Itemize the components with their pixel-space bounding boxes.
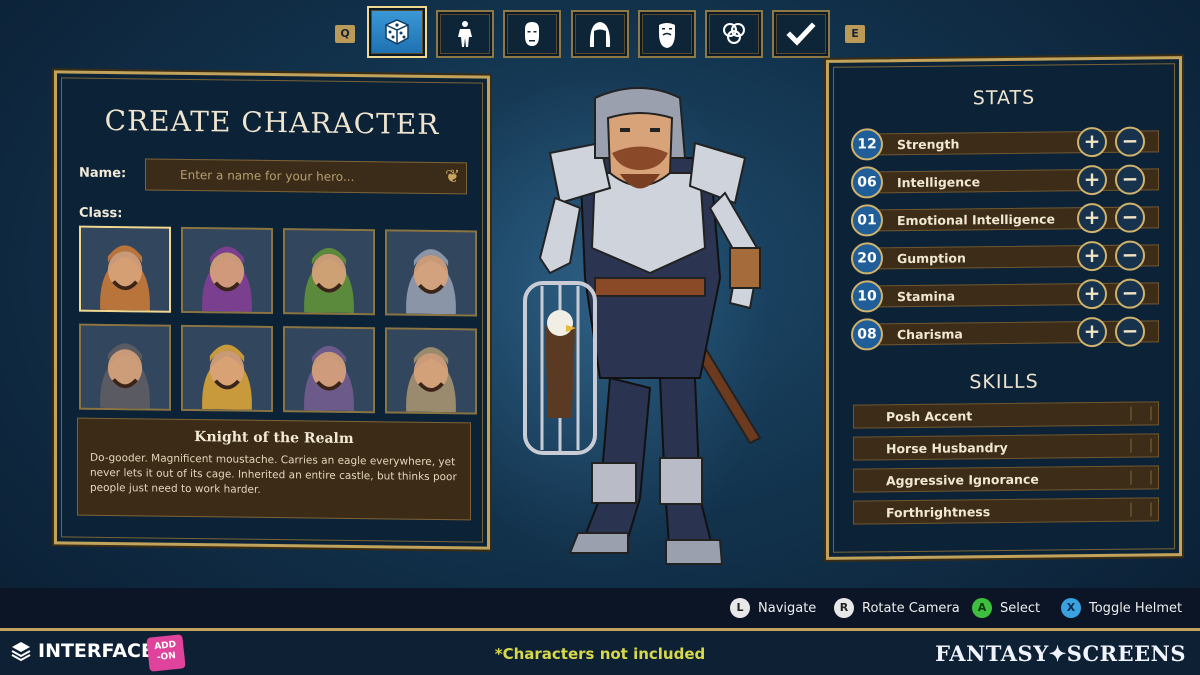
class-option-king-portrait[interactable] [283, 326, 375, 414]
skills-list: Posh Accent Horse Husbandry Aggressive Ign… [829, 59, 1179, 525]
stat-decrease-button[interactable]: − [1115, 202, 1145, 233]
class-option-wizard-portrait[interactable] [385, 229, 477, 317]
fantasy-screens-logo: FANTASY✦SCREENS [935, 641, 1186, 666]
stat-value: 01 [851, 204, 883, 237]
stat-name: Emotional Intelligence [897, 211, 1056, 229]
control-hint: L Navigate [730, 598, 816, 618]
controller-button-a-icon: A [972, 598, 992, 618]
skill-item[interactable]: Posh Accent [853, 401, 1159, 429]
hero-model [523, 87, 762, 565]
name-label: Name: [79, 165, 127, 182]
ornament-right-icon: ❦ [445, 166, 461, 188]
name-input[interactable] [145, 158, 467, 195]
skill-label: Aggressive Ignorance [886, 471, 1039, 489]
stat-decrease-button[interactable]: − [1115, 316, 1145, 347]
skill-item[interactable]: Forthrightness [853, 497, 1159, 525]
q-key-hint: Q [335, 25, 355, 43]
tab-body[interactable] [436, 10, 494, 58]
stat-row: 08 Charisma + − [849, 315, 1159, 351]
king-portrait [285, 328, 373, 412]
stat-name: Stamina [897, 288, 956, 305]
skill-label: Posh Accent [886, 408, 973, 425]
tab-confirm[interactable] [772, 10, 830, 58]
tab-beard[interactable] [638, 10, 696, 58]
control-hint: R Rotate Camera [834, 598, 960, 618]
controller-button-l-icon: L [730, 598, 750, 618]
class-name: Knight of the Realm [194, 429, 354, 447]
stat-value: 08 [851, 318, 883, 351]
class-option-medusa-portrait[interactable] [283, 228, 375, 316]
beard-icon [659, 23, 675, 48]
control-hint-label: Select [1000, 600, 1041, 616]
color-rings-icon [723, 23, 745, 44]
hooded-bard-portrait [183, 326, 271, 410]
control-hint-label: Toggle Helmet [1089, 600, 1183, 616]
page-title: CREATE CHARACTER [104, 103, 440, 142]
bearded-warrior-portrait [81, 325, 169, 409]
control-hint-label: Navigate [758, 600, 817, 616]
controller-button-x-icon: X [1061, 598, 1081, 618]
face-icon [525, 22, 539, 46]
stat-name: Intelligence [897, 174, 981, 191]
body-icon [458, 21, 472, 47]
tab-face[interactable] [503, 10, 561, 58]
skill-label: Forthrightness [886, 504, 991, 521]
stat-row: 06 Intelligence + − [849, 163, 1159, 199]
dice-icon [385, 19, 409, 45]
checkmark-icon [786, 22, 816, 46]
knight-portrait [81, 227, 169, 311]
stats-title: STATS [972, 86, 1036, 110]
control-hint: A Select [972, 598, 1040, 618]
stat-row: 20 Gumption + − [849, 239, 1159, 275]
stat-decrease-button[interactable]: − [1115, 278, 1145, 309]
tab-colors[interactable] [705, 10, 763, 58]
stat-value: 06 [851, 166, 883, 199]
class-option-bearded-warrior-portrait[interactable] [79, 323, 171, 411]
skill-item[interactable]: Aggressive Ignorance [853, 465, 1159, 493]
stat-decrease-button[interactable]: − [1115, 164, 1145, 195]
control-hints-bar: L Navigate R Rotate Camera A Select X Toggle He… [0, 588, 1200, 628]
stats-list: 12 Strength + −06 Intelligence + −01 Emotional … [829, 59, 1179, 351]
class-label: Class: [79, 205, 123, 222]
controller-button-r-icon: R [834, 598, 854, 618]
stat-name: Charisma [897, 326, 963, 343]
medusa-portrait [285, 230, 373, 314]
class-option-hooded-bard-portrait[interactable] [181, 324, 273, 413]
stat-decrease-button[interactable]: − [1115, 240, 1145, 271]
stat-name: Gumption [897, 250, 966, 267]
stat-value: 10 [851, 280, 883, 313]
stat-row: 01 Emotional Intelligence + − [849, 201, 1159, 237]
class-description-box: Knight of the Realm Do-gooder. Magnifice… [77, 417, 471, 521]
stat-row: 12 Strength + − [849, 125, 1159, 161]
create-character-panel: CREATE CHARACTER Name: ❦ ❦ Class: Knight… [54, 70, 490, 550]
e-key-hint: E [845, 25, 865, 43]
stat-decrease-button[interactable]: − [1115, 126, 1145, 157]
tab-randomize[interactable] [367, 6, 427, 58]
skill-item[interactable]: Horse Husbandry [853, 433, 1159, 461]
footer: INTERFACE ADD -ON *Characters not includ… [0, 628, 1200, 675]
stats-panel: STATS 12 Strength + −06 Intelligence + −01 Emot… [826, 56, 1182, 560]
control-hint-label: Rotate Camera [862, 600, 960, 616]
stat-row: 10 Stamina + − [849, 277, 1159, 313]
class-description: Do-gooder. Magnificent moustache. Carrie… [90, 451, 457, 496]
skill-label: Horse Husbandry [886, 439, 1008, 457]
stat-name: Strength [897, 136, 960, 153]
hair-icon [589, 22, 611, 47]
class-grid [79, 225, 477, 417]
tab-hair[interactable] [571, 10, 629, 58]
hunter-portrait [387, 329, 475, 413]
class-option-knight-portrait[interactable] [79, 225, 171, 313]
wizard-portrait [387, 231, 475, 315]
stat-value: 12 [851, 128, 883, 161]
class-option-witch-portrait[interactable] [181, 226, 273, 315]
skills-title: SKILLS [969, 370, 1039, 394]
witch-portrait [183, 228, 271, 312]
stat-value: 20 [851, 242, 883, 275]
control-hint: X Toggle Helmet [1061, 598, 1182, 618]
class-option-hunter-portrait[interactable] [385, 327, 477, 415]
